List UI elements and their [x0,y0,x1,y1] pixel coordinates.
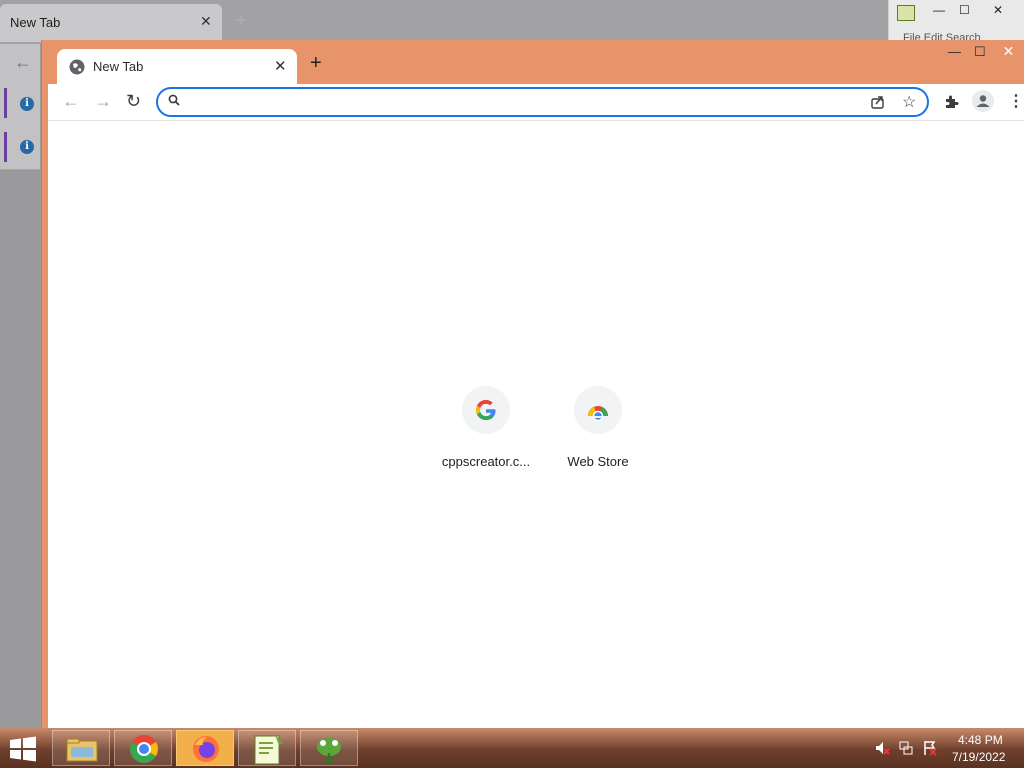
bookmark-star-icon[interactable]: ☆ [902,92,916,112]
notepad-app-icon [897,5,915,21]
taskbar-chrome[interactable] [114,730,172,766]
volume-muted-icon[interactable] [874,740,890,756]
address-bar[interactable]: ☆ [156,87,929,117]
shortcut-label: Web Store [567,454,629,469]
shortcut-tile[interactable]: cppscreator.c... [430,386,542,469]
background-tab[interactable]: New Tab ✕ [0,4,222,42]
taskbar-file-explorer[interactable] [52,730,110,766]
new-tab-page: cppscreator.c... Web Store [48,120,1024,740]
taskbar-installer[interactable] [300,730,358,766]
info-icon[interactable]: i [20,97,34,111]
background-accent-bar [4,88,7,118]
web-store-icon [588,406,608,422]
window-minimize-button[interactable]: — [948,44,961,59]
google-icon [476,400,496,420]
windows-start-icon[interactable] [8,736,38,762]
notepad-maximize-button[interactable]: ☐ [959,3,970,17]
taskbar-firefox[interactable] [176,730,234,766]
notepad-minimize-button[interactable]: — [933,3,945,17]
search-icon [168,94,180,106]
browser-toolbar: ← → ↻ ☆ ⋮ [48,84,1024,120]
back-button[interactable]: ← [62,91,80,111]
clock-time[interactable]: 4:48 PM [958,733,1003,747]
background-accent-bar [4,132,7,162]
extensions-icon[interactable] [944,94,960,110]
address-input[interactable] [190,93,850,113]
shortcut-label: cppscreator.c... [441,454,531,469]
background-back-icon[interactable]: ← [14,52,32,73]
window-close-button[interactable]: ✕ [992,40,1024,62]
flag-icon[interactable] [922,740,938,756]
network-icon[interactable] [898,740,914,756]
notepad-window: — ☐ ✕ File Edit Search [888,0,1024,44]
new-tab-button[interactable]: + [310,53,322,73]
shortcut-icon-circle [462,386,510,434]
reload-button[interactable]: ↻ [126,91,141,111]
chrome-window: — ☐ ✕ New Tab ✕ + ← → ↻ ☆ ⋮ cppscreator.… [41,40,1024,740]
taskbar [0,728,1024,768]
info-icon[interactable]: i [20,140,34,154]
tab-close-icon[interactable]: ✕ [274,57,287,75]
notepad-plus-plus-icon [254,735,283,765]
forward-button[interactable]: → [94,91,112,111]
tab-title: New Tab [93,59,144,74]
taskbar-notepad-plus-plus[interactable] [238,730,296,766]
notepad-close-button[interactable]: ✕ [993,3,1003,17]
active-tab[interactable]: New Tab ✕ [57,49,297,84]
share-icon[interactable] [870,94,886,110]
background-new-tab-button[interactable]: + [236,10,247,31]
menu-kebab-icon[interactable]: ⋮ [1008,92,1024,112]
firefox-icon [193,736,219,762]
file-explorer-icon [66,738,98,762]
background-tab-close-icon[interactable]: ✕ [200,13,212,30]
chrome-icon [130,735,158,763]
profile-avatar[interactable] [972,90,994,112]
installer-icon [317,738,341,765]
globe-icon [69,59,85,75]
window-maximize-button[interactable]: ☐ [974,44,986,60]
background-tab-title: New Tab [10,15,61,30]
person-icon [976,95,990,107]
shortcut-tile[interactable]: Web Store [542,386,654,469]
clock-date[interactable]: 7/19/2022 [952,750,1005,764]
shortcut-icon-circle [574,386,622,434]
